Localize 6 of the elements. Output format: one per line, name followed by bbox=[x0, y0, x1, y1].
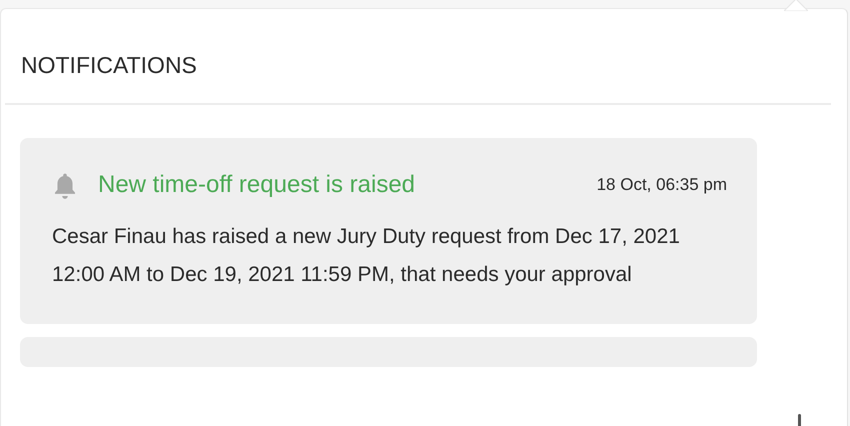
notification-card[interactable]: New time-off request is raised 18 Oct, 06:35 pm Cesar Finau has raised a new Jury Duty request from Dec 17, 2021 12:00 AM to Dec 19, 2021 11:59 PM, that needs your approval bbox=[20, 138, 757, 324]
notification-message: Cesar Finau has raised a new Jury Duty request from Dec 17, 2021 12:00 AM to Dec 19, 2021 11:59 PM, that needs your approval bbox=[52, 224, 681, 288]
bell-icon bbox=[52, 172, 78, 200]
notification-time: 18 Oct, 06:35 pm bbox=[596, 175, 727, 195]
panel-title: NOTIFICATIONS bbox=[21, 50, 197, 78]
notification-title: New time-off request is raised bbox=[98, 170, 416, 200]
